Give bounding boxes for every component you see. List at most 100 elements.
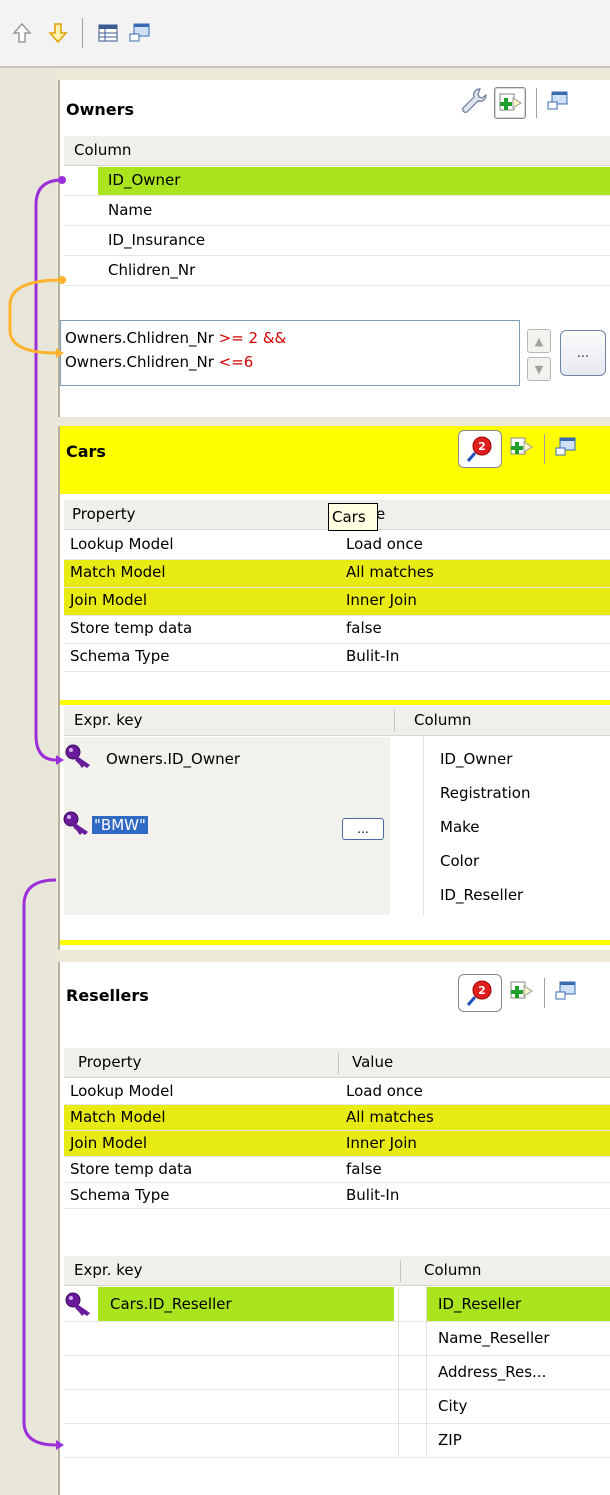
resellers-column-name[interactable]: Name_Reseller bbox=[438, 1329, 550, 1347]
owners-row[interactable]: Name bbox=[64, 197, 610, 226]
minimize-window-icon[interactable] bbox=[128, 21, 152, 45]
cars-expr-header: Expr. key Column bbox=[64, 706, 610, 736]
resellers-panel: Resellers 2 Property Value Lookup Model … bbox=[58, 962, 610, 1495]
filter-expression-box[interactable]: Owners.Chlidren_Nr >= 2 && Owners.Chlidr… bbox=[60, 320, 551, 386]
expression-filter-icon[interactable]: 2 bbox=[458, 974, 502, 1012]
property-name: Join Model bbox=[70, 591, 148, 609]
owners-column-name: ID_Owner bbox=[108, 171, 181, 189]
expr-key-value-selected[interactable]: "BMW" bbox=[92, 816, 148, 834]
property-name: Match Model bbox=[70, 1108, 166, 1126]
owners-column-name: Chlidren_Nr bbox=[108, 261, 196, 279]
expr-key-header-label: Expr. key bbox=[74, 711, 143, 729]
filter-line-2: Owners.Chlidren_Nr <=6 bbox=[65, 353, 254, 371]
property-row[interactable]: Store temp data false bbox=[64, 616, 610, 644]
property-name: Lookup Model bbox=[70, 1082, 174, 1100]
column-header-label: Column bbox=[424, 1261, 482, 1279]
cars-column-name[interactable]: Color bbox=[440, 852, 479, 870]
column-header-label: Column bbox=[414, 711, 472, 729]
expr-key-header-label: Expr. key bbox=[74, 1261, 143, 1279]
toolbar-separator bbox=[82, 18, 83, 48]
resellers-property-header: Property Value bbox=[64, 1048, 610, 1078]
cars-column-name[interactable]: ID_Reseller bbox=[440, 886, 523, 904]
column-divider bbox=[400, 1260, 401, 1282]
property-header-label: Property bbox=[78, 1053, 142, 1071]
resellers-expr-header: Expr. key Column bbox=[64, 1256, 610, 1286]
property-value[interactable]: Bulit-In bbox=[346, 647, 399, 665]
property-value[interactable]: Bulit-In bbox=[346, 1186, 399, 1204]
column-gutter bbox=[394, 737, 424, 915]
add-input-icon[interactable] bbox=[508, 435, 534, 463]
property-header-label: Property bbox=[72, 505, 136, 523]
cars-column-list: ID_Owner Registration Make Color ID_Rese… bbox=[394, 737, 610, 915]
property-name: Store temp data bbox=[70, 619, 193, 637]
owners-row[interactable]: Chlidren_Nr bbox=[64, 257, 610, 286]
cars-divider bbox=[60, 700, 610, 705]
property-value[interactable]: false bbox=[346, 619, 382, 637]
property-value[interactable]: false bbox=[346, 1160, 382, 1178]
value-header-label: Value bbox=[352, 1053, 394, 1071]
property-row[interactable]: Lookup Model Load once bbox=[64, 1079, 610, 1105]
owners-title: Owners bbox=[66, 100, 135, 119]
property-name: Schema Type bbox=[70, 647, 170, 665]
property-name: Match Model bbox=[70, 563, 166, 581]
resellers-column-name[interactable]: ID_Reseller bbox=[438, 1295, 521, 1313]
cars-bottom-bar bbox=[60, 940, 610, 945]
resellers-lookup-area: Cars.ID_Reseller ID_Reseller Name_Resell… bbox=[64, 1287, 610, 1487]
minimize-panel-icon[interactable] bbox=[547, 91, 569, 115]
filter-edit-button[interactable]: ... bbox=[560, 330, 606, 376]
cars-column-name[interactable]: ID_Owner bbox=[440, 750, 512, 768]
add-input-icon[interactable] bbox=[494, 87, 526, 119]
expr-edit-button[interactable]: ... bbox=[342, 818, 384, 840]
owners-header: Owners bbox=[60, 80, 610, 136]
property-value[interactable]: All matches bbox=[346, 563, 434, 581]
minimize-panel-icon[interactable] bbox=[555, 437, 577, 461]
property-value[interactable]: Inner Join bbox=[346, 591, 417, 609]
property-value[interactable]: All matches bbox=[346, 1108, 434, 1126]
owners-panel: Owners Column ID_Owner Name ID_Insurance… bbox=[58, 80, 610, 417]
property-name: Schema Type bbox=[70, 1186, 170, 1204]
minimize-panel-icon[interactable] bbox=[555, 981, 577, 1005]
toolbar-divider bbox=[0, 66, 610, 68]
table-icon[interactable] bbox=[96, 21, 120, 45]
property-name: Lookup Model bbox=[70, 535, 174, 553]
property-value[interactable]: Load once bbox=[346, 1082, 423, 1100]
cars-to-resellers-link bbox=[22, 878, 57, 1447]
property-value[interactable]: Load once bbox=[346, 535, 423, 553]
owners-column-header: Column bbox=[64, 136, 610, 166]
resellers-title: Resellers bbox=[66, 986, 149, 1005]
property-name: Join Model bbox=[70, 1134, 148, 1152]
column-header-label: Column bbox=[74, 141, 132, 159]
owners-row[interactable]: ID_Insurance bbox=[64, 227, 610, 256]
column-divider bbox=[338, 1052, 339, 1074]
column-divider bbox=[394, 710, 395, 732]
property-row[interactable]: Schema Type Bulit-In bbox=[64, 1183, 610, 1209]
svg-text:2: 2 bbox=[478, 440, 486, 453]
property-row[interactable]: Match Model All matches bbox=[64, 560, 610, 588]
wrench-icon[interactable] bbox=[458, 86, 488, 120]
property-row[interactable]: Schema Type Bulit-In bbox=[64, 644, 610, 672]
property-row[interactable]: Store temp data false bbox=[64, 1157, 610, 1183]
property-row[interactable]: Match Model All matches bbox=[64, 1105, 610, 1131]
owners-column-name: ID_Insurance bbox=[108, 231, 206, 249]
cars-column-name[interactable]: Make bbox=[440, 818, 480, 836]
property-row[interactable]: Lookup Model Load once bbox=[64, 532, 610, 560]
expression-filter-icon[interactable]: 2 bbox=[458, 430, 502, 468]
property-row[interactable]: Join Model Inner Join bbox=[64, 1131, 610, 1157]
cars-column-name[interactable]: Registration bbox=[440, 784, 530, 802]
property-name: Store temp data bbox=[70, 1160, 193, 1178]
cars-tooltip: Cars bbox=[328, 503, 378, 531]
expr-key-value[interactable]: Owners.ID_Owner bbox=[106, 750, 240, 768]
scroll-up-icon[interactable]: ▲ bbox=[527, 329, 551, 353]
scroll-down-icon[interactable]: ▼ bbox=[527, 357, 551, 381]
owners-to-cars-link bbox=[34, 178, 63, 762]
toolbar bbox=[0, 0, 610, 66]
owners-column-name: Name bbox=[108, 201, 153, 219]
expr-key-value[interactable]: Cars.ID_Reseller bbox=[110, 1295, 232, 1313]
resellers-column-name[interactable]: ZIP bbox=[438, 1431, 462, 1449]
resellers-column-name[interactable]: City bbox=[438, 1397, 467, 1415]
add-input-icon[interactable] bbox=[508, 979, 534, 1007]
resellers-column-name[interactable]: Address_Res... bbox=[438, 1363, 546, 1381]
property-value[interactable]: Inner Join bbox=[346, 1134, 417, 1152]
owners-row[interactable]: ID_Owner bbox=[64, 167, 610, 196]
property-row[interactable]: Join Model Inner Join bbox=[64, 588, 610, 616]
